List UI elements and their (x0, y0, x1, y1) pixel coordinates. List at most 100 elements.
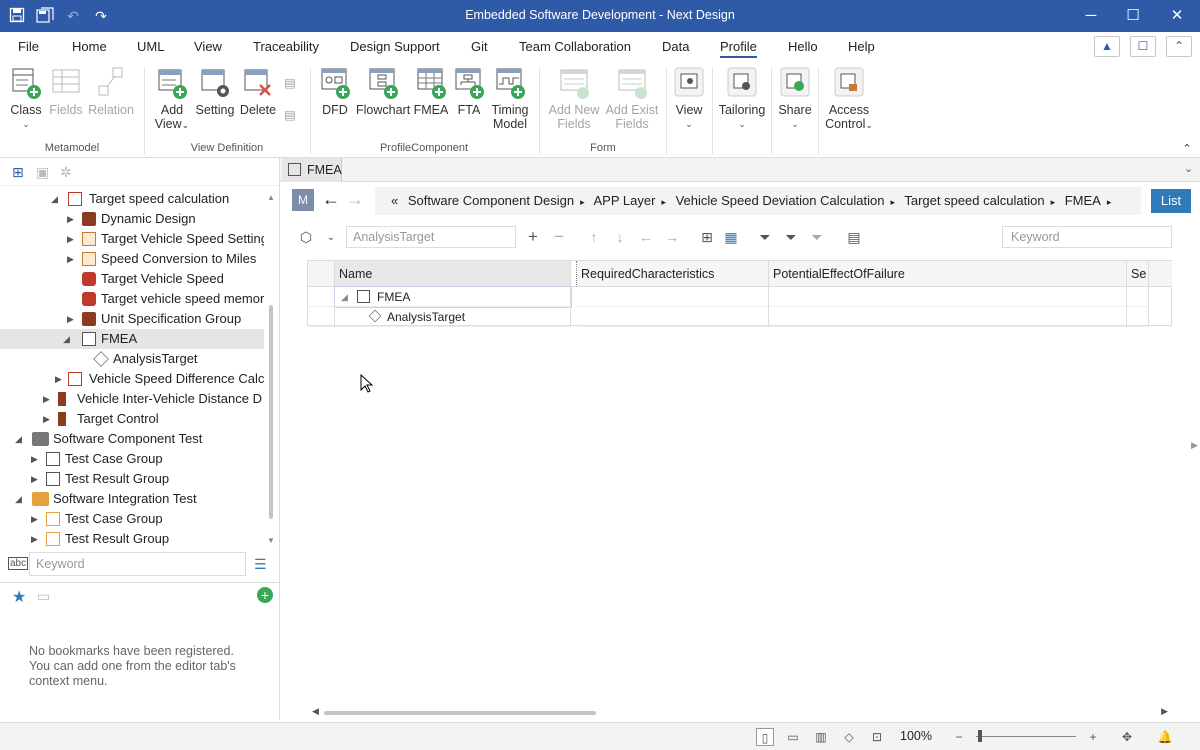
back-arrow-icon[interactable]: ← (322, 189, 340, 210)
save-all-icon[interactable] (36, 7, 54, 25)
collapsed-arrow-icon[interactable]: ▶ (43, 389, 50, 409)
menu-design-support[interactable]: Design Support (350, 39, 440, 54)
tree-item[interactable]: ◢ Target speed calculation (0, 189, 264, 209)
search-options-icon[interactable]: ☰ (254, 556, 270, 572)
filter-icon[interactable]: ⏷ (756, 229, 774, 246)
tree-item[interactable]: Target Vehicle Speed (0, 269, 264, 289)
menu-team-collaboration[interactable]: Team Collaboration (519, 39, 631, 54)
tree-item[interactable]: ▶ Speed Conversion to Miles (0, 249, 264, 269)
fit-window-icon[interactable]: ⊡ (868, 728, 886, 746)
flowchart-button[interactable]: Flowchart (356, 66, 410, 117)
column-settings-icon[interactable]: ▦ (722, 229, 740, 246)
cube-icon[interactable]: ⬡ (297, 229, 315, 246)
collapse-ribbon-icon[interactable]: ⌃ (1166, 36, 1192, 57)
panel-splitter[interactable] (279, 158, 280, 720)
settings-icon[interactable]: ✲ (60, 164, 72, 181)
fta-button[interactable]: FTA (452, 66, 486, 117)
outdent-icon[interactable]: ← (637, 229, 655, 245)
comment-icon[interactable]: ☐ (1130, 36, 1156, 57)
ai-assistant-icon[interactable]: ▲ (1094, 36, 1120, 57)
model-tree-icon[interactable]: ⊞ (12, 164, 24, 181)
tree-search-input[interactable]: Keyword (29, 552, 246, 576)
collapsed-arrow-icon[interactable]: ▶ (67, 309, 74, 329)
collapsed-arrow-icon[interactable]: ▶ (31, 449, 38, 469)
tree-scrollbar[interactable]: ▲ ▼ (266, 193, 275, 548)
collapsed-arrow-icon[interactable]: ▶ (67, 209, 74, 229)
zoom-out-icon[interactable]: − (950, 728, 968, 746)
tree-item[interactable]: ◢ Software Component Test (0, 429, 264, 449)
collapse-ribbon-chevron-icon[interactable]: ⌃ (1180, 142, 1194, 156)
menu-profile[interactable]: Profile (720, 39, 757, 58)
menu-uml[interactable]: UML (137, 39, 164, 54)
tree-item[interactable]: ▶ Test Case Group (0, 509, 264, 529)
expanded-arrow-icon[interactable]: ◢ (15, 429, 22, 449)
save-icon[interactable] (8, 7, 26, 25)
fmea-button[interactable]: FMEA (412, 66, 450, 117)
breadcrumb-item[interactable]: Software Component Design (408, 193, 574, 208)
product-line-icon[interactable]: ▣ (36, 164, 49, 181)
expanded-arrow-icon[interactable]: ◢ (15, 489, 22, 509)
breadcrumb-item[interactable]: Vehicle Speed Deviation Calculation (676, 193, 885, 208)
tab-fmea[interactable]: FMEA (282, 158, 342, 182)
view-button[interactable]: View ⌄ (672, 66, 706, 131)
collapsed-arrow-icon[interactable]: ▶ (31, 509, 38, 529)
editor-mode-badge[interactable]: M (292, 189, 314, 211)
scroll-right-icon[interactable]: ▶ (1161, 706, 1168, 717)
delete-button[interactable]: Delete (238, 66, 278, 117)
collapsed-arrow-icon[interactable]: ▶ (31, 469, 38, 489)
menu-home[interactable]: Home (72, 39, 107, 54)
layout-horizontal-icon[interactable]: ▭ (784, 728, 802, 746)
tree-item[interactable]: ▶ Target Control (0, 409, 264, 429)
column-header-severity[interactable]: Se (1127, 261, 1149, 287)
column-header-required-characteristics[interactable]: RequiredCharacteristics (577, 261, 769, 287)
tab-list-chevron-icon[interactable]: ⌄ (1184, 162, 1193, 175)
expanded-arrow-icon[interactable]: ◢ (341, 287, 348, 306)
add-view-button[interactable]: Add View⌄ (152, 66, 192, 132)
dfd-button[interactable]: DFD (318, 66, 352, 117)
chevron-down-icon[interactable]: ⌄ (322, 232, 340, 243)
breadcrumb-item[interactable]: FMEA (1065, 193, 1101, 208)
editor-horizontal-scrollbar[interactable]: ◀ ▶ (312, 706, 1168, 718)
tree-item[interactable]: ◢ Software Integration Test (0, 489, 264, 509)
row-header[interactable] (308, 307, 335, 327)
menu-git[interactable]: Git (471, 39, 488, 54)
scroll-left-icon[interactable]: ◀ (312, 706, 319, 717)
menu-file[interactable]: File (18, 39, 39, 54)
expanded-arrow-icon[interactable]: ◢ (63, 329, 70, 349)
fields-button[interactable]: Fields (48, 66, 84, 117)
zoom-slider[interactable] (976, 736, 1076, 737)
tailoring-button[interactable]: Tailoring ⌄ (718, 66, 766, 131)
access-control-button[interactable]: Access Control⌄ (822, 66, 876, 132)
scroll-thumb[interactable] (324, 711, 596, 715)
add-new-fields-button[interactable]: Add New Fields (546, 66, 602, 131)
cell[interactable] (1127, 307, 1149, 327)
collapsed-arrow-icon[interactable]: ▶ (43, 409, 50, 429)
clear-filter-icon[interactable]: ⏷ (808, 229, 826, 246)
tree-item[interactable]: AnalysisTarget (0, 349, 264, 369)
scroll-thumb[interactable] (269, 305, 273, 519)
expanded-arrow-icon[interactable]: ◢ (51, 189, 58, 209)
forward-arrow-icon[interactable]: → (346, 189, 364, 210)
breadcrumb-item[interactable]: Target speed calculation (904, 193, 1044, 208)
close-button[interactable]: ✕ (1154, 0, 1200, 32)
share-button[interactable]: Share ⌄ (778, 66, 812, 131)
menu-hello[interactable]: Hello (788, 39, 818, 54)
tree-item[interactable]: ▶ Vehicle Inter-Vehicle Distance D (0, 389, 264, 409)
add-row-icon[interactable]: + (524, 227, 542, 247)
collapse-right-icon[interactable]: ▶ (1191, 440, 1198, 451)
add-bookmark-icon[interactable]: + (257, 587, 273, 603)
redo-icon[interactable]: ↷ (92, 7, 110, 25)
column-header-potential-effect[interactable]: PotentialEffectOfFailure (769, 261, 1127, 287)
tree-item[interactable]: ▶ Vehicle Speed Difference Calculation (0, 369, 264, 389)
tree-item-selected[interactable]: ◢ FMEA (0, 329, 264, 349)
menu-view[interactable]: View (194, 39, 222, 54)
layout-single-icon[interactable]: ▯ (756, 728, 774, 746)
star-icon[interactable]: ★ (12, 587, 26, 607)
notification-bell-icon[interactable]: 🔔 (1156, 728, 1174, 746)
menu-traceability[interactable]: Traceability (253, 39, 319, 54)
cell[interactable] (577, 307, 769, 327)
move-up-icon[interactable]: ↑ (585, 229, 603, 245)
tree-item[interactable]: ▶ Test Result Group (0, 469, 264, 489)
relation-button[interactable]: Relation (88, 66, 134, 117)
table-row[interactable]: AnalysisTarget (335, 307, 571, 327)
